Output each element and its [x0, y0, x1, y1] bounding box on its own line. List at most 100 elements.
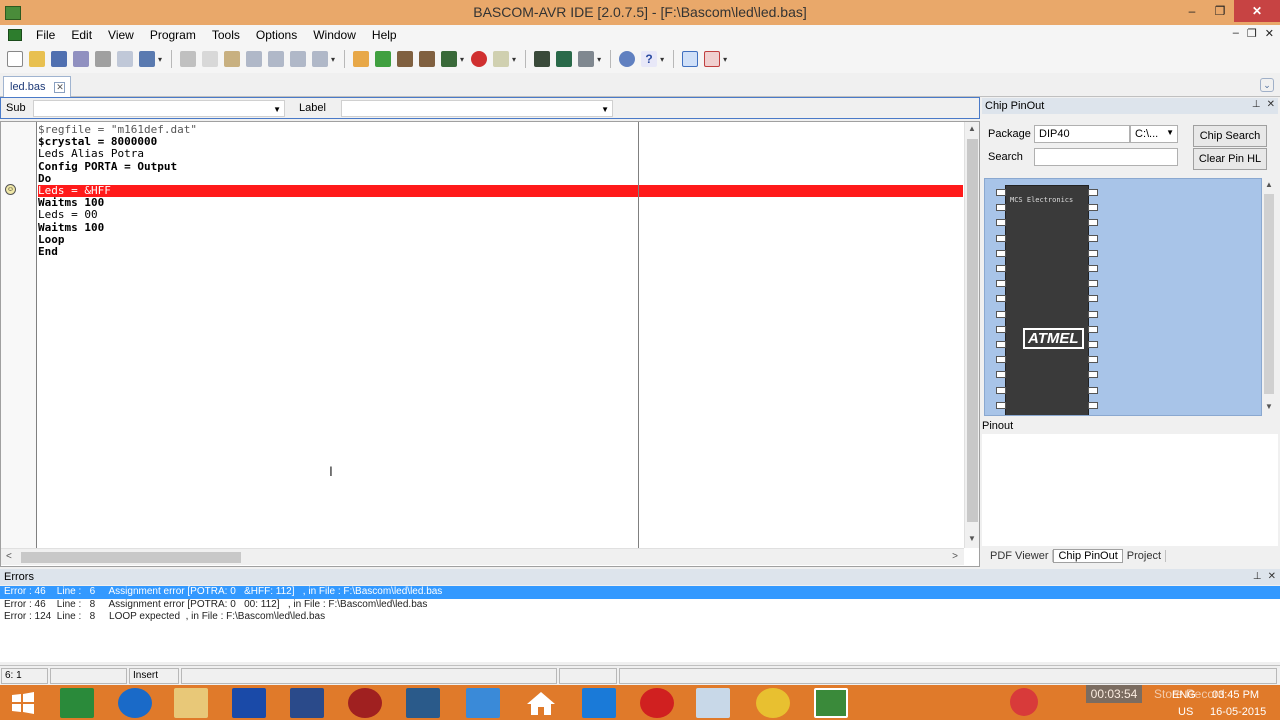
input-language[interactable]: ENG	[1172, 689, 1196, 701]
chevron-down-icon[interactable]: ▾	[597, 55, 601, 64]
help-icon[interactable]: ?	[641, 51, 658, 67]
chip-pin-right[interactable]	[1088, 234, 1098, 242]
windows-start-icon[interactable]	[8, 688, 38, 718]
bascom-avr-icon[interactable]	[814, 688, 848, 718]
chip-pin-right[interactable]	[1088, 204, 1098, 212]
chevron-down-icon[interactable]: ▾	[331, 55, 335, 64]
file-explorer-icon[interactable]	[174, 688, 208, 718]
print-preview-icon[interactable]	[117, 51, 133, 67]
chevron-down-icon[interactable]: ▾	[460, 55, 464, 64]
editor-vertical-scrollbar[interactable]: ▲ ▼	[964, 122, 979, 548]
chip-pin-left[interactable]	[996, 265, 1006, 272]
chevron-down-icon[interactable]: ▾	[723, 55, 727, 64]
package-drive-select[interactable]: C:\... ▼	[1130, 125, 1178, 143]
print-icon[interactable]	[95, 51, 111, 67]
search-input[interactable]	[1034, 148, 1178, 166]
lcd-designer-icon[interactable]	[534, 51, 551, 67]
scroll-thumb[interactable]	[967, 139, 978, 522]
chevron-down-icon[interactable]: ▾	[512, 55, 516, 64]
menu-file[interactable]: File	[28, 28, 63, 42]
code-line[interactable]: Leds = 00	[38, 209, 197, 221]
chip-pin-left[interactable]	[996, 295, 1006, 303]
pin-icon[interactable]: ⊥	[1253, 569, 1262, 585]
menu-tools[interactable]: Tools	[204, 28, 248, 42]
errors-list[interactable]: Error : 46 Line : 6 Assignment error [PO…	[0, 586, 1280, 662]
program-chip-icon[interactable]	[419, 51, 436, 67]
stop-icon[interactable]	[471, 51, 488, 67]
close-icon[interactable]: ✕	[1268, 569, 1276, 585]
close-button[interactable]: ✕	[1234, 0, 1280, 22]
tab-chip-pinout[interactable]: Chip PinOut	[1053, 549, 1123, 563]
notepad-icon[interactable]	[696, 688, 730, 718]
outdent-icon[interactable]	[268, 51, 285, 67]
chip-pin-left[interactable]	[996, 341, 1006, 348]
compile-icon[interactable]	[353, 51, 370, 67]
chip-pin-left[interactable]	[996, 371, 1006, 379]
find-icon[interactable]	[290, 51, 307, 67]
code-text[interactable]: $regfile = "m161def.dat" $crystal = 80000…	[38, 123, 197, 258]
scroll-left-icon[interactable]: <	[6, 551, 12, 562]
chip-pin-left[interactable]	[996, 310, 1006, 318]
menu-program[interactable]: Program	[142, 28, 204, 42]
chip-pin-right[interactable]	[1088, 310, 1098, 318]
menu-view[interactable]: View	[100, 28, 142, 42]
opera-icon[interactable]	[640, 688, 674, 718]
chip-search-button[interactable]: Chip Search	[1193, 125, 1267, 147]
chevron-down-icon[interactable]: ▾	[660, 55, 664, 64]
lenovo-icon[interactable]	[406, 688, 440, 718]
cut-icon[interactable]	[180, 51, 197, 67]
simulator-icon[interactable]	[441, 51, 458, 67]
error-row[interactable]: Error : 46 Line : 8 Assignment error [PO…	[0, 599, 1280, 612]
close-icon[interactable]: ✕	[54, 81, 66, 93]
chip-pin-right[interactable]	[1088, 219, 1098, 227]
recorder-icon[interactable]	[1010, 688, 1038, 716]
tab-project[interactable]: Project	[1123, 550, 1167, 562]
pinout-list[interactable]	[982, 434, 1278, 546]
chip-pin-right[interactable]	[1088, 371, 1098, 379]
chip-pin-left[interactable]	[996, 189, 1006, 196]
input-region[interactable]: US	[1178, 706, 1193, 718]
chip-pin-right[interactable]	[1088, 189, 1098, 196]
chip-pin-left[interactable]	[996, 249, 1006, 257]
package-field[interactable]: DIP40	[1034, 125, 1130, 143]
restore-button[interactable]: ❐	[1206, 0, 1234, 22]
menu-help[interactable]: Help	[364, 28, 405, 42]
code-line[interactable]: End	[38, 245, 197, 258]
chip-pin-left[interactable]	[996, 280, 1006, 288]
code-line[interactable]: Loop	[38, 233, 197, 246]
chip-pin-left[interactable]	[996, 219, 1006, 227]
document-icon[interactable]	[8, 29, 22, 41]
error-row[interactable]: Error : 46 Line : 6 Assignment error [PO…	[0, 586, 1280, 599]
menu-options[interactable]: Options	[248, 28, 305, 42]
chip-pin-left[interactable]	[996, 386, 1006, 394]
mdi-close-button[interactable]: ✕	[1265, 27, 1274, 40]
tab-pdf-viewer[interactable]: PDF Viewer	[986, 550, 1054, 562]
export-icon[interactable]	[139, 51, 155, 67]
clock-time[interactable]: 03:45 PM	[1212, 689, 1259, 701]
chip-pin-right[interactable]	[1088, 356, 1098, 364]
code-line[interactable]: Leds Alias Potra	[38, 148, 197, 160]
tray-icons[interactable]	[1086, 705, 1156, 717]
isis-icon[interactable]	[232, 688, 266, 718]
chip-pin-right[interactable]	[1088, 325, 1098, 333]
menu-edit[interactable]: Edit	[63, 28, 100, 42]
minimize-button[interactable]: –	[1178, 0, 1206, 22]
editor-horizontal-scrollbar[interactable]: < >	[1, 548, 964, 565]
code-line[interactable]: Config PORTA = Output	[38, 160, 197, 173]
terminal-icon[interactable]	[493, 51, 510, 67]
editor-gutter[interactable]: ☺	[1, 122, 37, 548]
pdf-icon[interactable]	[704, 51, 721, 67]
open-folder-icon[interactable]	[29, 51, 45, 67]
graphic-converter-icon[interactable]	[556, 51, 573, 67]
chip-pin-right[interactable]	[1088, 295, 1098, 303]
maxthon-icon[interactable]	[582, 688, 616, 718]
scroll-right-icon[interactable]: >	[952, 551, 958, 562]
chip-pin-right[interactable]	[1088, 265, 1098, 272]
zoom-icon[interactable]	[682, 51, 699, 67]
menu-window[interactable]: Window	[305, 28, 364, 42]
chrome-icon[interactable]	[756, 688, 790, 718]
mail-icon[interactable]	[466, 688, 500, 718]
chip-pin-left[interactable]	[996, 356, 1006, 364]
visual-studio-icon[interactable]	[290, 688, 324, 718]
scroll-thumb[interactable]	[1264, 194, 1274, 394]
